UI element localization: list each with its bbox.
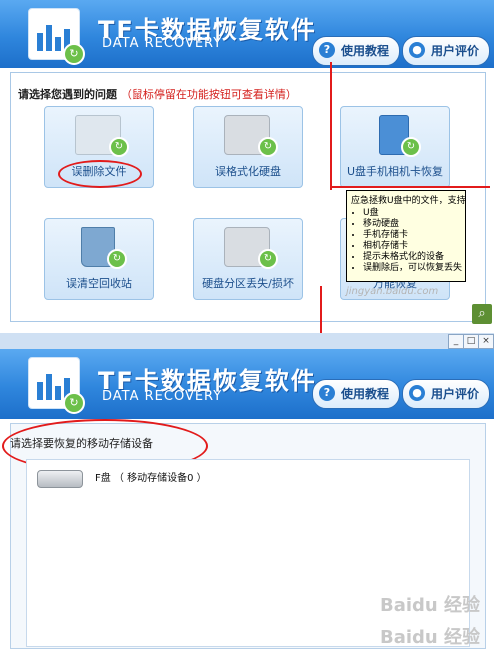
main-window-screen-2: _ □ × ↻ TF卡数据恢复软件 DATA RECOVERY ? 使用教程 ●… (0, 333, 494, 651)
tooltip-item: 提示未格式化的设备 (363, 252, 461, 263)
close-button[interactable]: × (478, 334, 494, 349)
tutorial-label: 使用教程 (341, 44, 390, 58)
tile-formatted-disk[interactable]: ↻ 误格式化硬盘 (193, 106, 303, 188)
tooltip-item: 移动硬盘 (363, 219, 461, 230)
watermark-text: jingyan.baidu.com (346, 286, 439, 297)
recover-arrow-icon: ↻ (258, 249, 278, 269)
tutorial-label: 使用教程 (341, 387, 390, 401)
recover-arrow-icon: ↻ (258, 137, 278, 157)
app-subtitle: DATA RECOVERY (102, 36, 223, 51)
tile-usb-card[interactable]: ↻ U盘手机相机卡恢复 (340, 106, 450, 188)
problem-prompt: 请选择您遇到的问题 （鼠标停留在功能按钮可查看详情） (18, 86, 297, 102)
review-label: 用户评价 (431, 387, 480, 401)
recover-arrow-icon: ↻ (401, 137, 421, 157)
user-icon: ● (409, 385, 425, 401)
user-icon: ● (409, 42, 425, 58)
tile-recycle-bin[interactable]: ↻ 误清空回收站 (44, 218, 154, 300)
tile-label: 硬盘分区丢失/损坏 (202, 277, 294, 290)
tutorial-button[interactable]: ? 使用教程 (312, 36, 401, 66)
main-window-screen-1: ↻ TF卡数据恢复软件 DATA RECOVERY ? 使用教程 ● 用户评价 … (0, 0, 494, 326)
tile-label: 误格式化硬盘 (215, 165, 281, 178)
watermark-text: Baidu 经验 (380, 595, 481, 616)
review-button[interactable]: ● 用户评价 (402, 36, 491, 66)
tooltip-item: 误删除后，可以恢复丢失 (363, 263, 462, 274)
device-list-item[interactable]: F盘 （ 移动存储设备0 ） (35, 466, 335, 492)
prompt-hint: （鼠标停留在功能按钮可查看详情） (120, 88, 297, 101)
tutorial-button[interactable]: ? 使用教程 (312, 379, 401, 409)
review-label: 用户评价 (431, 44, 480, 58)
tooltip-item: 手机存储卡 (363, 230, 461, 241)
window-titlebar: _ □ × (0, 333, 494, 349)
annotation-oval-deleted (58, 160, 142, 188)
usb-tooltip: 应急拯救U盘中的文件，支持： U盘 移动硬盘 手机存储卡 相机存储卡 提示未格式… (346, 190, 466, 282)
tile-label: U盘手机相机卡恢复 (346, 165, 444, 178)
recover-arrow-icon: ↻ (107, 249, 127, 269)
app-logo-icon: ↻ (28, 8, 85, 65)
tooltip-item: 相机存储卡 (363, 241, 461, 252)
prompt-text: 请选择您遇到的问题 (18, 88, 117, 101)
annotation-line-vertical (330, 62, 332, 190)
zoom-icon[interactable]: ⌕ (472, 304, 492, 324)
app-subtitle: DATA RECOVERY (102, 389, 223, 404)
tile-label: 误清空回收站 (66, 277, 132, 290)
tooltip-item: U盘 (363, 208, 461, 219)
removable-drive-icon (37, 470, 83, 488)
help-icon: ? (319, 385, 335, 401)
app-header: ↻ TF卡数据恢复软件 DATA RECOVERY ? 使用教程 ● 用户评价 (0, 0, 494, 68)
app-header: ↻ TF卡数据恢复软件 DATA RECOVERY ? 使用教程 ● 用户评价 (0, 349, 494, 419)
help-icon: ? (319, 42, 335, 58)
device-list: F盘 （ 移动存储设备0 ） (26, 459, 470, 647)
annotation-line-horizontal (330, 186, 490, 188)
tile-partition-lost[interactable]: ↻ 硬盘分区丢失/损坏 (193, 218, 303, 300)
drive-label: F盘 （ 移动存储设备0 ） (95, 473, 207, 484)
recover-arrow-icon: ↻ (109, 137, 129, 157)
tooltip-heading: 应急拯救U盘中的文件，支持： (351, 196, 466, 206)
minimize-button[interactable]: _ (448, 334, 464, 349)
tooltip-list: U盘 移动硬盘 手机存储卡 相机存储卡 提示未格式化的设备 误删除后，可以恢复丢… (351, 208, 462, 274)
app-logo-icon: ↻ (28, 357, 85, 414)
review-button[interactable]: ● 用户评价 (402, 379, 491, 409)
watermark-text: Baidu 经验 (380, 627, 481, 648)
maximize-button[interactable]: □ (463, 334, 479, 349)
